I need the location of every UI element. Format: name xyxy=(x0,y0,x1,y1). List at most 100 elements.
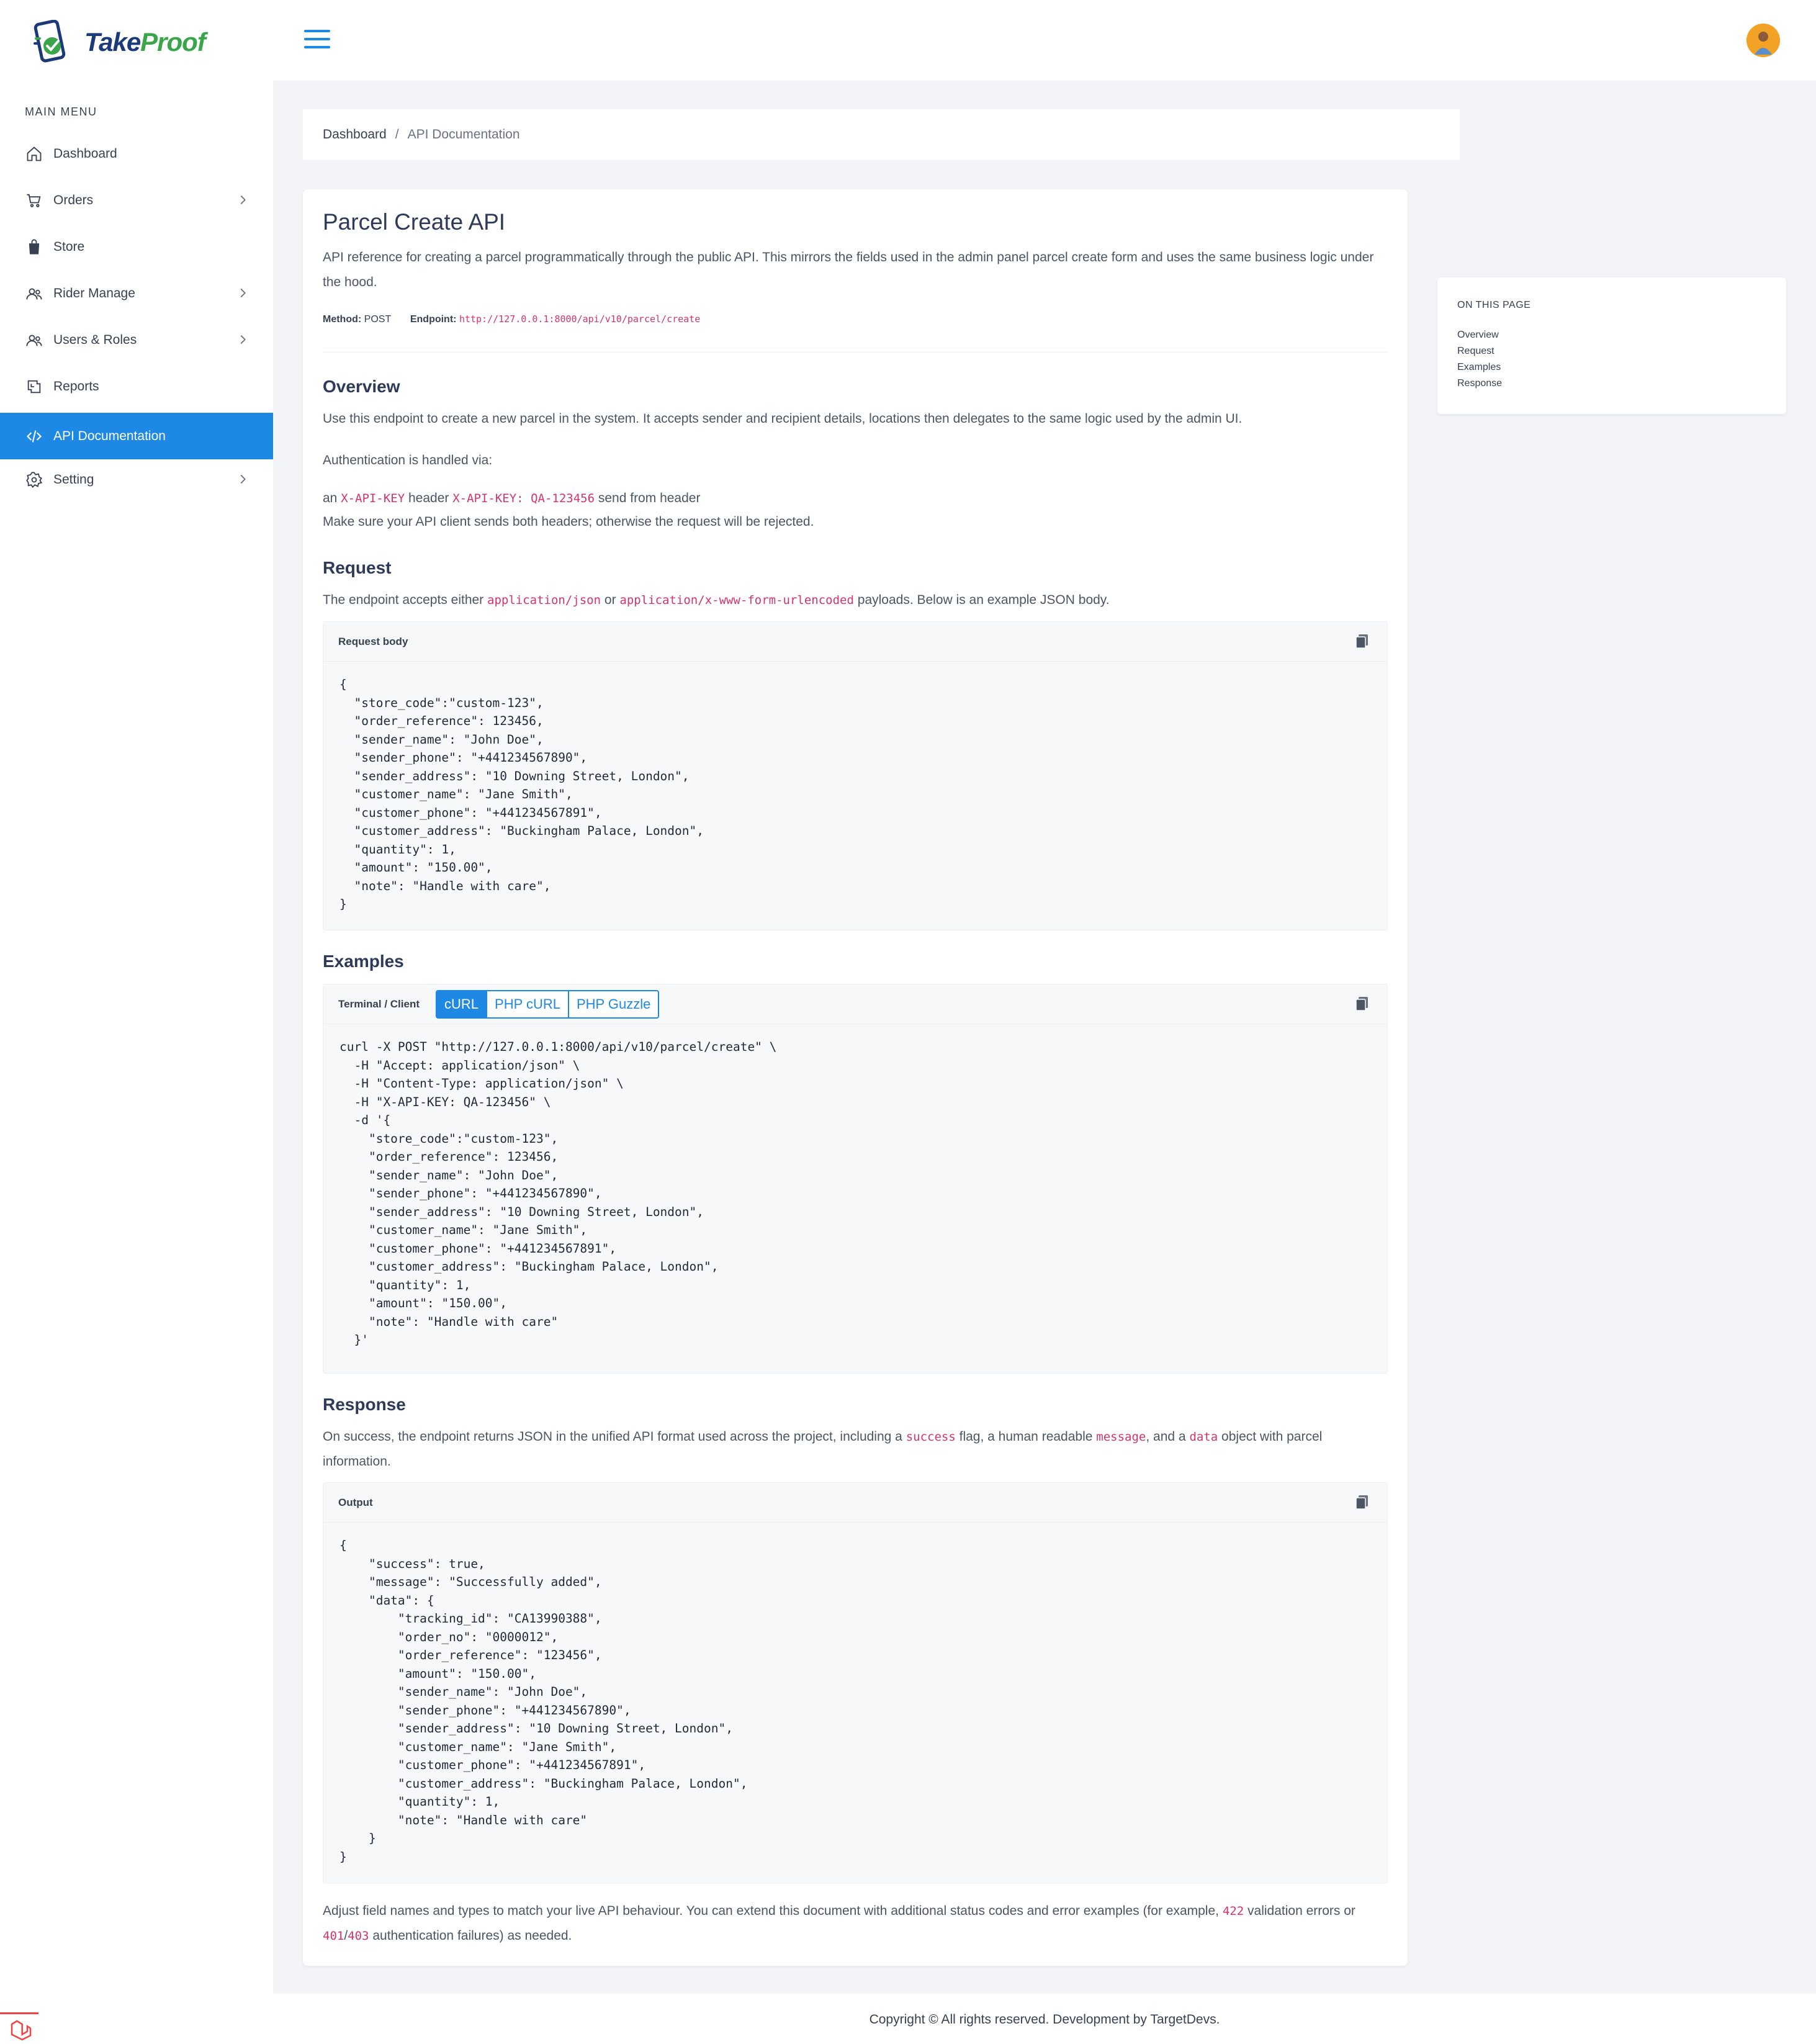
content-type-form: application/x-www-form-urlencoded xyxy=(619,593,854,607)
method-label: Method: xyxy=(323,314,362,325)
footer-text-suffix: authentication failures) as needed. xyxy=(372,1929,572,1943)
request-body-title: Request body xyxy=(338,635,408,647)
on-this-page-card: ON THIS PAGE Overview Request Examples R… xyxy=(1437,277,1786,414)
response-text-mid1: flag, a human readable xyxy=(959,1429,1093,1444)
sidebar-item-label: Users & Roles xyxy=(53,332,137,347)
chart-icon xyxy=(25,377,43,396)
sidebar-item-label: API Documentation xyxy=(53,428,166,443)
api-doc-card: Parcel Create API API reference for crea… xyxy=(303,189,1408,1966)
sidebar-item-dashboard[interactable]: Dashboard xyxy=(0,130,273,177)
sidebar: MAIN MENU Dashboard Orders Store Rider M… xyxy=(0,81,273,2044)
menu-toggle-icon[interactable] xyxy=(304,30,330,51)
main-menu-title: MAIN MENU xyxy=(25,106,97,118)
auth-header-code: X-API-KEY xyxy=(341,492,405,505)
copy-icon[interactable] xyxy=(1355,996,1371,1013)
brand-name: TakeProof xyxy=(84,27,206,56)
brand-logo[interactable]: TakeProof xyxy=(32,17,206,67)
sidebar-item-label: Reports xyxy=(53,379,99,394)
method-value: POST xyxy=(364,314,391,325)
tab-php-curl[interactable]: PHP cURL xyxy=(486,989,569,1019)
shopping-bag-icon xyxy=(25,238,43,256)
auth-prefix: an xyxy=(323,491,338,505)
output-code: { "success": true, "message": "Successfu… xyxy=(339,1538,748,1864)
request-text-or: or xyxy=(604,593,616,607)
response-text: On success, the endpoint returns JSON in… xyxy=(323,1425,1384,1474)
sidebar-item-label: Store xyxy=(53,239,85,254)
auth-middle: header xyxy=(408,491,449,505)
content-type-json: application/json xyxy=(487,593,601,607)
output-block: Output { "success": true, "message": "Su… xyxy=(323,1482,1388,1883)
request-body-header: Request body xyxy=(323,622,1387,662)
breadcrumb-separator: / xyxy=(395,127,399,142)
top-bar: TakeProof xyxy=(0,0,1816,81)
output-header: Output xyxy=(323,1483,1387,1523)
tab-curl[interactable]: cURL xyxy=(436,989,488,1019)
auth-example-code: X-API-KEY: QA-123456 xyxy=(452,492,595,505)
breadcrumb: Dashboard / API Documentation xyxy=(303,109,1460,160)
copy-icon[interactable] xyxy=(1355,1494,1371,1511)
toc-link-examples[interactable]: Examples xyxy=(1457,362,1501,373)
users-icon xyxy=(25,331,43,349)
home-icon xyxy=(25,145,43,163)
logo-icon xyxy=(32,19,72,65)
data-code: data xyxy=(1189,1430,1218,1444)
chevron-right-icon xyxy=(236,333,249,346)
divider xyxy=(323,352,1388,353)
sidebar-item-reports[interactable]: Reports xyxy=(0,363,273,410)
footer-text-mid: validation errors or xyxy=(1247,1904,1355,1918)
endpoint-meta: Method: POST Endpoint: http://127.0.0.1:… xyxy=(323,313,700,325)
output-title: Output xyxy=(338,1496,373,1508)
request-text-prefix: The endpoint accepts either xyxy=(323,593,484,607)
message-code: message xyxy=(1096,1430,1146,1444)
examples-heading: Examples xyxy=(323,952,404,971)
overview-heading: Overview xyxy=(323,377,400,396)
sidebar-item-store[interactable]: Store xyxy=(0,223,273,270)
endpoint-value: http://127.0.0.1:8000/api/v10/parcel/cre… xyxy=(459,313,701,325)
examples-header: Terminal / Client cURL PHP cURL PHP Guzz… xyxy=(323,984,1387,1024)
sidebar-item-orders[interactable]: Orders xyxy=(0,177,273,223)
request-text-suffix: payloads. Below is an example JSON body. xyxy=(857,593,1110,607)
toc-link-overview[interactable]: Overview xyxy=(1457,330,1499,341)
response-text-mid2: , and a xyxy=(1146,1429,1186,1444)
copy-icon[interactable] xyxy=(1355,633,1371,651)
user-avatar[interactable] xyxy=(1746,24,1780,57)
success-flag-code: success xyxy=(906,1430,956,1444)
sidebar-item-api-documentation[interactable]: API Documentation xyxy=(0,413,273,459)
chevron-right-icon xyxy=(236,472,249,486)
sidebar-item-users-roles[interactable]: Users & Roles xyxy=(0,317,273,363)
toc-link-response[interactable]: Response xyxy=(1457,378,1502,389)
sidebar-item-label: Dashboard xyxy=(53,146,117,161)
sidebar-item-label: Rider Manage xyxy=(53,286,135,300)
page-title: Parcel Create API xyxy=(323,209,506,235)
sidebar-item-rider-manage[interactable]: Rider Manage xyxy=(0,270,273,317)
copyright-text: Copyright © All rights reserved. Develop… xyxy=(869,2012,1220,2027)
breadcrumb-home-link[interactable]: Dashboard xyxy=(323,127,387,142)
auth-intro: Authentication is handled via: xyxy=(323,453,493,467)
auth-suffix: send from header xyxy=(598,491,701,505)
tab-php-guzzle[interactable]: PHP Guzzle xyxy=(567,989,660,1019)
cart-icon xyxy=(25,191,43,210)
breadcrumb-current: API Documentation xyxy=(407,127,520,142)
users-icon xyxy=(25,284,43,303)
gear-icon xyxy=(25,470,43,489)
sidebar-item-label: Setting xyxy=(53,472,94,487)
response-heading: Response xyxy=(323,1395,406,1414)
request-body-block: Request body { "store_code":"custom-123"… xyxy=(323,621,1388,930)
chevron-right-icon xyxy=(236,193,249,207)
request-text: The endpoint accepts either application/… xyxy=(323,588,1110,613)
examples-title: Terminal / Client xyxy=(338,997,420,1010)
footer-text-prefix: Adjust field names and types to match yo… xyxy=(323,1904,1219,1918)
response-text-prefix: On success, the endpoint returns JSON in… xyxy=(323,1429,902,1444)
toc-title: ON THIS PAGE xyxy=(1457,300,1531,310)
status-403-code: 403 xyxy=(348,1929,369,1943)
overview-text: Use this endpoint to create a new parcel… xyxy=(323,412,1243,426)
code-icon xyxy=(25,427,43,446)
status-422-code: 422 xyxy=(1222,1904,1244,1918)
examples-block: Terminal / Client cURL PHP cURL PHP Guzz… xyxy=(323,984,1388,1374)
toc-link-request[interactable]: Request xyxy=(1457,346,1495,357)
sidebar-item-setting[interactable]: Setting xyxy=(0,456,273,503)
auth-note: Make sure your API client sends both hea… xyxy=(323,515,814,529)
request-heading: Request xyxy=(323,558,392,577)
endpoint-label: Endpoint: xyxy=(410,314,457,325)
chevron-right-icon xyxy=(236,286,249,300)
